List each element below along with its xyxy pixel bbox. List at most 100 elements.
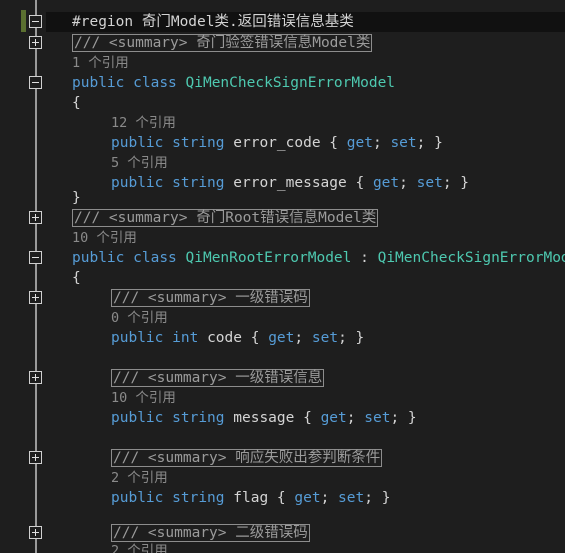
code-token: public xyxy=(111,330,164,346)
code-editor[interactable]: #region 奇门Model类.返回错误信息基类 /// <summary> 奇… xyxy=(0,0,565,553)
xml-doc-summary-chip[interactable]: /// <summary> 一级错误信息 xyxy=(111,369,325,387)
code-token: get xyxy=(320,410,347,426)
code-line[interactable]: /// <summary> 奇门验签错误信息Model类 xyxy=(46,33,565,53)
code-token: set xyxy=(364,410,391,426)
codelens-reference-count[interactable]: 10 个引用 xyxy=(72,230,137,246)
code-token: { xyxy=(294,410,321,426)
codelens-reference-count[interactable]: 12 个引用 xyxy=(111,115,176,131)
code-token: } xyxy=(72,190,81,206)
code-line[interactable]: public int code { get; set; } xyxy=(46,328,565,348)
code-token: QiMenCheckSignErrorModel xyxy=(185,75,396,91)
code-token: public xyxy=(72,250,125,266)
code-line[interactable]: public string flag { get; set; } xyxy=(46,488,565,508)
code-token: QiMenCheckSignErrorModel xyxy=(377,250,565,266)
code-token: { xyxy=(320,135,347,151)
code-token: ; } xyxy=(390,410,417,426)
code-line[interactable]: 10 个引用 xyxy=(46,388,565,408)
fold-expand-icon[interactable] xyxy=(29,371,42,384)
code-line[interactable]: public class QiMenCheckSignErrorModel xyxy=(46,73,565,93)
code-token: ; } xyxy=(338,330,365,346)
xml-doc-summary-chip[interactable]: /// <summary> 一级错误码 xyxy=(111,289,310,307)
code-token: public xyxy=(111,135,164,151)
code-token: string xyxy=(172,490,225,506)
code-token: 奇门Model类.返回错误信息基类 xyxy=(141,14,354,30)
codelens-reference-count[interactable]: 0 个引用 xyxy=(111,310,168,326)
code-token: { xyxy=(72,95,81,111)
code-token: : xyxy=(351,250,378,266)
codelens-reference-count[interactable]: 2 个引用 xyxy=(111,543,168,553)
code-token: get xyxy=(294,490,321,506)
code-text-area[interactable]: #region 奇门Model类.返回错误信息基类 /// <summary> 奇… xyxy=(46,0,565,553)
code-token: ; xyxy=(346,410,365,426)
code-token: class xyxy=(133,250,177,266)
code-token: message xyxy=(233,410,295,426)
xml-doc-summary-chip[interactable]: /// <summary> 响应失败出参判断条件 xyxy=(111,449,383,467)
code-line[interactable]: #region 奇门Model类.返回错误信息基类 xyxy=(46,12,565,32)
code-token: class xyxy=(133,75,177,91)
code-token: public xyxy=(111,490,164,506)
fold-expand-icon[interactable] xyxy=(29,291,42,304)
codelens-reference-count[interactable]: 5 个引用 xyxy=(111,155,168,171)
fold-expand-icon[interactable] xyxy=(29,211,42,224)
code-line[interactable]: 10 个引用 xyxy=(46,228,565,248)
code-token: { xyxy=(268,490,295,506)
code-line[interactable]: public string error_code { get; set; } xyxy=(46,133,565,153)
code-token: string xyxy=(172,135,225,151)
fold-collapse-icon[interactable] xyxy=(29,76,42,89)
code-token: set xyxy=(390,135,417,151)
code-token: ; xyxy=(294,330,312,346)
code-token: ; xyxy=(320,490,339,506)
code-line[interactable]: 2 个引用 xyxy=(46,541,565,553)
code-line[interactable]: 1 个引用 xyxy=(46,53,565,73)
code-token: #region xyxy=(72,14,142,30)
change-bar xyxy=(21,10,26,32)
code-line[interactable]: public class QiMenRootErrorModel : QiMen… xyxy=(46,248,565,268)
code-line[interactable]: /// <summary> 二级错误码 xyxy=(46,523,565,543)
xml-doc-summary-chip[interactable]: /// <summary> 二级错误码 xyxy=(111,524,310,542)
code-line[interactable]: } xyxy=(46,188,565,208)
code-token: string xyxy=(172,410,225,426)
codelens-reference-count[interactable]: 2 个引用 xyxy=(111,470,168,486)
fold-expand-icon[interactable] xyxy=(29,526,42,539)
code-line[interactable]: 0 个引用 xyxy=(46,308,565,328)
codelens-reference-count[interactable]: 10 个引用 xyxy=(111,390,176,406)
code-token: set xyxy=(311,330,339,346)
fold-expand-icon[interactable] xyxy=(29,36,42,49)
code-line[interactable]: 2 个引用 xyxy=(46,468,565,488)
code-token: error_code xyxy=(233,135,321,151)
editor-gutter[interactable] xyxy=(0,0,46,553)
code-line[interactable]: /// <summary> 一级错误信息 xyxy=(46,368,565,388)
code-token: ; } xyxy=(364,490,391,506)
code-token: int xyxy=(172,330,199,346)
code-line[interactable]: /// <summary> 响应失败出参判断条件 xyxy=(46,448,565,468)
fold-collapse-icon[interactable] xyxy=(29,15,42,28)
fold-expand-icon[interactable] xyxy=(29,451,42,464)
code-line[interactable]: 5 个引用 xyxy=(46,153,565,173)
code-line[interactable]: /// <summary> 奇门Root错误信息Model类 xyxy=(46,208,565,228)
code-token: public xyxy=(72,75,125,91)
xml-doc-summary-chip[interactable]: /// <summary> 奇门Root错误信息Model类 xyxy=(72,209,379,227)
fold-collapse-icon[interactable] xyxy=(29,251,42,264)
code-line[interactable]: { xyxy=(46,268,565,288)
code-token: ; xyxy=(372,135,391,151)
code-token: code xyxy=(207,330,242,346)
code-token: get xyxy=(346,135,373,151)
code-line[interactable]: 12 个引用 xyxy=(46,113,565,133)
code-line[interactable]: { xyxy=(46,93,565,113)
code-line[interactable]: public string message { get; set; } xyxy=(46,408,565,428)
codelens-reference-count[interactable]: 1 个引用 xyxy=(72,55,129,71)
xml-doc-summary-chip[interactable]: /// <summary> 奇门验签错误信息Model类 xyxy=(72,34,373,52)
code-line[interactable]: /// <summary> 一级错误码 xyxy=(46,288,565,308)
